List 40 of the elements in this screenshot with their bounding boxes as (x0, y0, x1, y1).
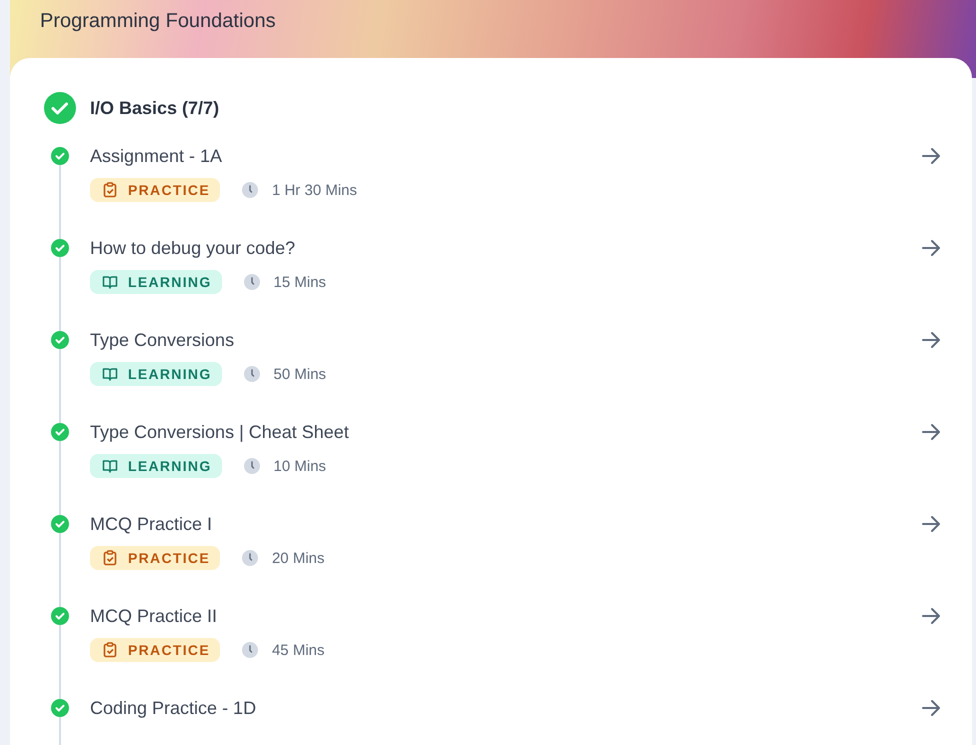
arrow-right-icon[interactable] (920, 421, 942, 443)
arrow-right-icon[interactable] (920, 697, 942, 719)
clock-icon (242, 550, 258, 566)
duration-text: 20 Mins (272, 550, 324, 566)
type-tag: PRACTICE (90, 546, 220, 570)
clock-icon (244, 274, 260, 290)
duration-text: 15 Mins (274, 274, 326, 290)
clock-icon (242, 182, 258, 198)
arrow-right-icon[interactable] (920, 605, 942, 627)
type-tag: LEARNING (90, 454, 222, 478)
book-icon (102, 366, 118, 382)
clipboard-icon (102, 182, 118, 198)
duration-text: 50 Mins (274, 366, 326, 382)
clipboard-icon (102, 550, 118, 566)
type-tag: LEARNING (90, 270, 222, 294)
clock-icon (244, 366, 260, 382)
book-icon (102, 274, 118, 290)
item-title[interactable]: MCQ Practice II (90, 606, 218, 626)
arrow-right-icon[interactable] (920, 329, 942, 351)
type-tag: PRACTICE (90, 178, 220, 202)
arrow-right-icon[interactable] (920, 513, 942, 535)
type-tag: LEARNING (90, 362, 222, 386)
duration-text: 10 Mins (274, 458, 326, 474)
item-title[interactable]: MCQ Practice I (90, 514, 212, 534)
duration-text: 1 Hr 30 Mins (272, 182, 357, 198)
clock-icon (242, 642, 258, 658)
section-title: I/O Basics (7/7) (90, 98, 220, 118)
duration-text: 45 Mins (272, 642, 324, 658)
item-title[interactable]: Assignment - 1A (90, 146, 222, 166)
clock-icon (244, 458, 260, 474)
arrow-right-icon[interactable] (920, 145, 942, 167)
course-title: Programming Foundations (40, 10, 276, 32)
arrow-right-icon[interactable] (920, 237, 942, 259)
item-title[interactable]: Coding Practice - 1D (90, 698, 256, 718)
clipboard-icon (102, 642, 118, 658)
book-icon (102, 458, 118, 474)
item-title[interactable]: Type Conversions | Cheat Sheet (90, 422, 349, 442)
type-tag: PRACTICE (90, 638, 220, 662)
item-title[interactable]: Type Conversions (90, 330, 234, 350)
item-title[interactable]: How to debug your code? (90, 238, 296, 258)
